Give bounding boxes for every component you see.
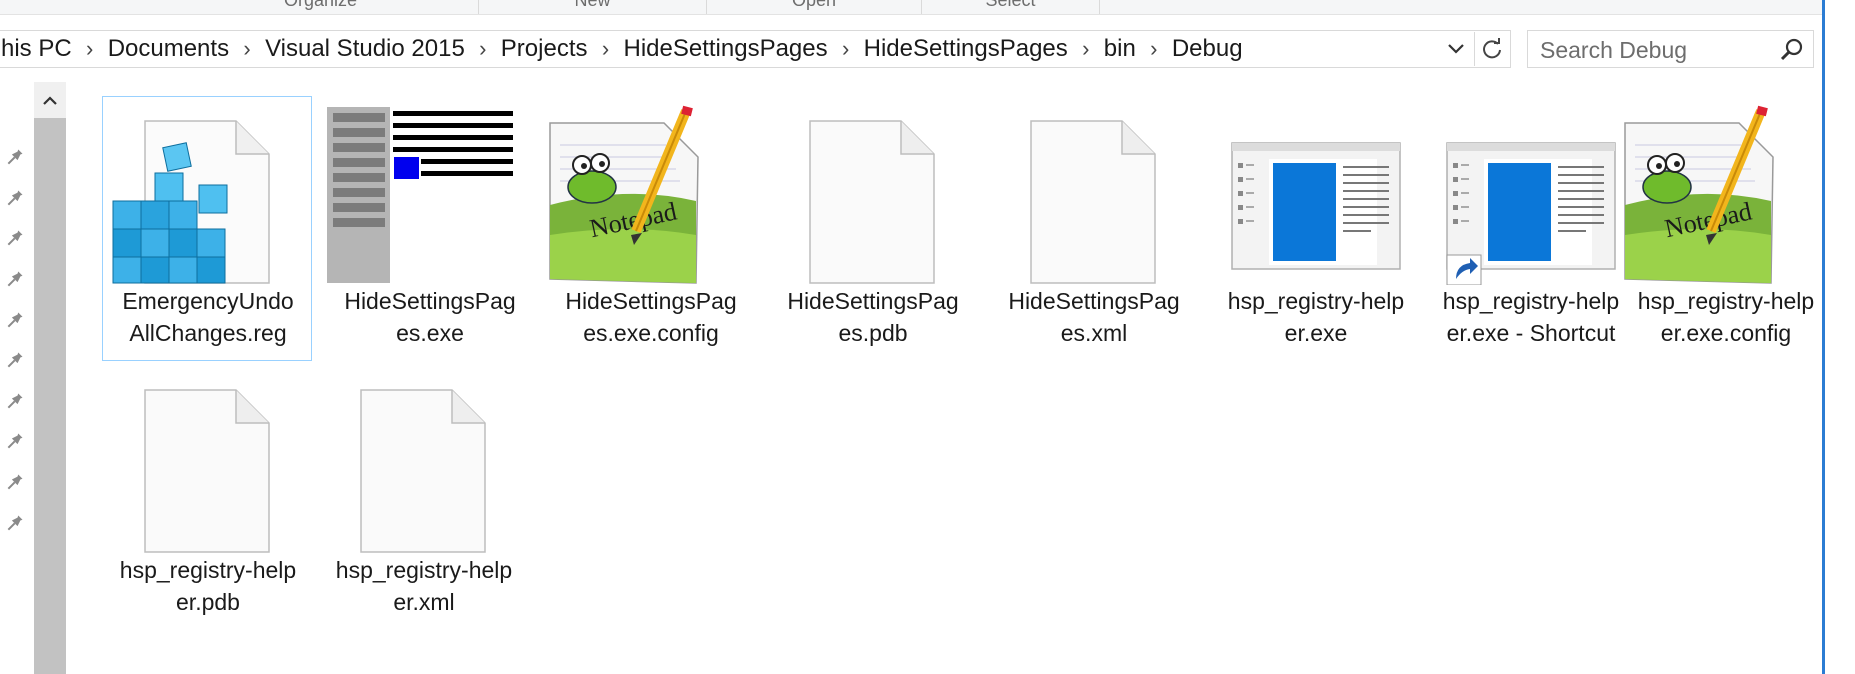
breadcrumb-chevron-icon[interactable]: › (592, 36, 620, 62)
file-item-hidesettingspages-xml[interactable]: HideSettingsPag es.xml (988, 96, 1198, 361)
file-name: HideSettingsPag es.exe.config (565, 288, 737, 346)
file-name: hsp_registry-help er.exe (1227, 288, 1405, 346)
breadcrumb-visual-studio[interactable]: Visual Studio 2015 (261, 35, 469, 63)
file-name: HideSettingsPag es.xml (1008, 288, 1180, 346)
pin-icon[interactable] (2, 146, 26, 170)
file-item-hidesettingspages-exe-config[interactable]: Notepad HideSettingsPag es.exe.config (545, 96, 755, 361)
breadcrumb-chevron-icon[interactable]: › (233, 36, 261, 62)
notepadpp-icon: Notepad (549, 105, 699, 284)
chevron-down-icon (1448, 44, 1464, 54)
ribbon-group-organize: Organize (163, 0, 479, 14)
file-item-hsp-registry-helper-exe-config[interactable]: Notepad hsp_registry-help er.exe.config (1620, 96, 1830, 361)
breadcrumb-chevron-icon[interactable]: › (1072, 36, 1100, 62)
blank-file-icon (144, 389, 270, 553)
file-name: HideSettingsPag es.exe (344, 288, 516, 346)
pin-icon[interactable] (2, 471, 26, 495)
file-name: hsp_registry-help er.exe - Shortcut (1442, 288, 1620, 346)
file-item-hsp-registry-helper-pdb[interactable]: hsp_registry-help er.pdb (102, 365, 312, 630)
ribbon-group-new: New (479, 0, 707, 14)
file-item-hsp-registry-helper-xml[interactable]: hsp_registry-help er.xml (318, 365, 528, 630)
file-name: hsp_registry-help er.exe.config (1637, 288, 1815, 346)
pin-icon[interactable] (2, 390, 26, 414)
address-bar[interactable]: his PC › Documents › Visual Studio 2015 … (0, 30, 1511, 68)
breadcrumb-this-pc[interactable]: his PC (0, 35, 76, 63)
file-name: hsp_registry-help er.pdb (119, 557, 297, 615)
breadcrumb-chevron-icon[interactable]: › (469, 36, 497, 62)
refresh-button[interactable] (1474, 32, 1509, 66)
breadcrumb-hidesettingspages-2[interactable]: HideSettingsPages (860, 35, 1072, 63)
breadcrumb-chevron-icon[interactable]: › (1140, 36, 1168, 62)
search-box[interactable] (1527, 30, 1814, 68)
breadcrumb-debug[interactable]: Debug (1168, 35, 1247, 63)
blank-file-icon (1030, 120, 1156, 284)
breadcrumb-documents[interactable]: Documents (104, 35, 233, 63)
breadcrumb-chevron-icon[interactable]: › (832, 36, 860, 62)
file-item-emergency-undo-reg[interactable]: EmergencyUndo AllChanges.reg (102, 96, 312, 361)
blank-file-icon (809, 120, 935, 284)
pin-icon[interactable] (2, 512, 26, 536)
blank-file-icon (360, 389, 486, 553)
chevron-up-icon (43, 96, 57, 105)
breadcrumb: his PC › Documents › Visual Studio 2015 … (0, 31, 1247, 67)
ribbon-group-open: Open (707, 0, 922, 14)
ribbon-group-labels: Organize New Open Select (0, 0, 1822, 15)
pin-icon[interactable] (2, 349, 26, 373)
navigation-pane (0, 82, 34, 674)
scroll-up-button[interactable] (34, 86, 66, 116)
breadcrumb-chevron-icon[interactable]: › (76, 36, 104, 62)
window-app-icon (1231, 142, 1401, 270)
registry-icon (112, 120, 270, 284)
refresh-icon (1483, 38, 1501, 59)
file-item-hsp-registry-helper-exe[interactable]: hsp_registry-help er.exe (1210, 96, 1420, 361)
nav-scrollbar[interactable] (34, 82, 66, 674)
file-item-hsp-registry-helper-shortcut[interactable]: hsp_registry-help er.exe - Shortcut (1425, 96, 1635, 361)
breadcrumb-projects[interactable]: Projects (497, 35, 592, 63)
file-item-hidesettingspages-pdb[interactable]: HideSettingsPag es.pdb (767, 96, 977, 361)
ribbon-group-select: Select (922, 0, 1100, 14)
breadcrumb-bin[interactable]: bin (1100, 35, 1140, 63)
address-dropdown-button[interactable] (1439, 32, 1473, 66)
file-name: EmergencyUndo AllChanges.reg (122, 288, 294, 346)
file-name: HideSettingsPag es.pdb (787, 288, 959, 346)
file-name: hsp_registry-help er.xml (335, 557, 513, 615)
pin-icon[interactable] (2, 187, 26, 211)
pin-icon[interactable] (2, 430, 26, 454)
pin-icon[interactable] (2, 309, 26, 333)
exe-app-icon (327, 107, 513, 283)
file-explorer-window: Organize New Open Select his PC › Docume… (0, 0, 1855, 674)
scrollbar-thumb[interactable] (34, 118, 66, 674)
search-icon[interactable] (1779, 37, 1805, 63)
notepadpp-icon: Notepad (1624, 105, 1774, 284)
breadcrumb-hidesettingspages-1[interactable]: HideSettingsPages (620, 35, 832, 63)
file-item-hidesettingspages-exe[interactable]: HideSettingsPag es.exe (324, 96, 534, 361)
window-app-shortcut-icon (1446, 142, 1616, 285)
pin-icon[interactable] (2, 227, 26, 251)
pin-icon[interactable] (2, 268, 26, 292)
search-input[interactable] (1538, 35, 1762, 65)
